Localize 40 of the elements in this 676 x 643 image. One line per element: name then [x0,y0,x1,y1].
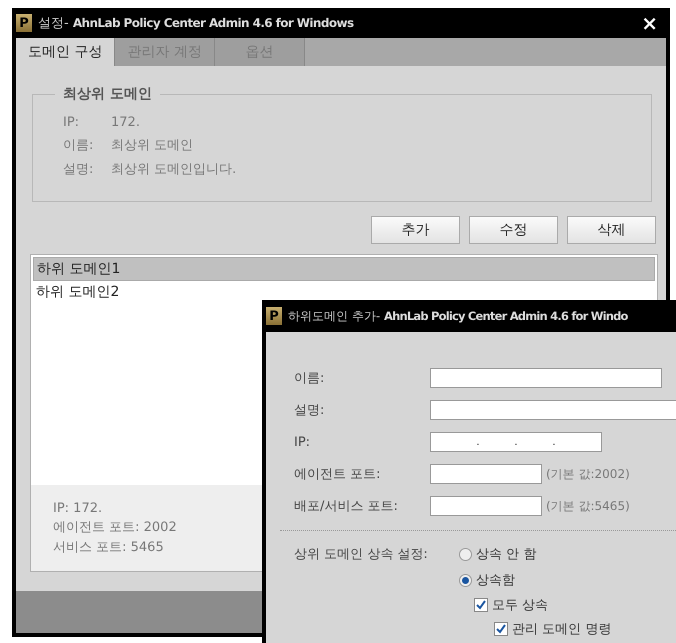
default-hint: (기본 값:5465) [546,498,630,514]
detail-text: 에이전트 포트: 2002 [53,519,177,536]
checkbox[interactable] [474,598,488,612]
action-button[interactable]: 수정 [469,216,558,244]
app-logo: P [266,307,282,325]
dialog-title: 하위도메인 추가- AhnLab Policy Center Admin 4.6 for Windo [288,308,628,324]
radio-option[interactable]: 상속함 [459,571,515,589]
tab[interactable]: 도메인 구성 [16,38,116,66]
list-item[interactable]: 하위 도메인2 [33,281,655,303]
action-button[interactable]: 삭제 [567,216,656,244]
ip-field[interactable]: . . . [430,432,602,452]
group-title: 최상위 도메인 [55,85,160,103]
checkbox-label: 모두 상속 [492,597,548,614]
field-label: 이름: [294,370,326,387]
checkbox-label: 관리 도메인 명령 [512,621,612,638]
info-label: IP: [63,115,80,130]
input-field[interactable] [430,464,542,484]
input-field[interactable] [430,368,662,388]
window-title: 설정- AhnLab Policy Center Admin 4.6 for Windows [38,15,355,32]
detail-text: IP: 172. [53,501,102,516]
field-label: 설명: [294,402,326,419]
info-label: 이름: [63,137,94,154]
field-label: IP: [294,434,312,450]
info-label: 설명: [63,161,94,178]
close-button[interactable]: × [633,11,666,35]
field-label: 배포/서비스 포트: [294,498,399,515]
inherit-label: 상위 도메인 상속 설정: [294,546,429,563]
detail-text: 서비스 포트: 5465 [53,539,164,556]
info-value: 최상위 도메인 [111,137,194,154]
input-field[interactable] [430,496,542,516]
info-value: 최상위 도메인입니다. [111,161,236,178]
radio-option[interactable]: 상속 안 함 [459,545,536,563]
default-hint: (기본 값:2002) [546,466,630,482]
list-item[interactable]: 하위 도메인1 [33,257,655,281]
action-button[interactable]: 추가 [371,216,460,244]
checkbox[interactable] [494,622,508,636]
info-value: 172. [111,115,140,130]
input-field[interactable] [430,400,676,420]
app-logo: P [16,14,32,32]
field-label: 에이전트 포트: [294,466,382,483]
